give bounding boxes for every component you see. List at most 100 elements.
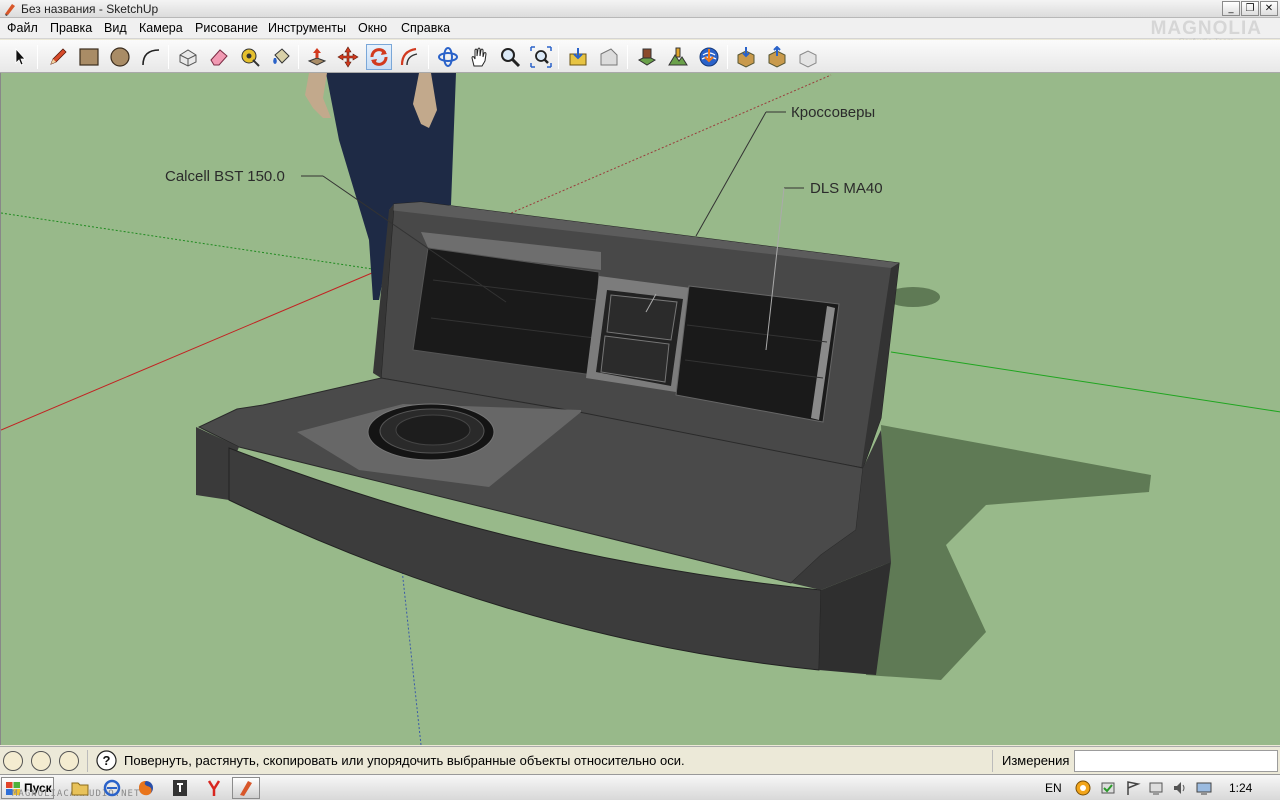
sketchup-icon (240, 781, 252, 796)
place-model-icon (699, 47, 719, 67)
crossover-upper-slot (606, 294, 678, 341)
get-models-tool-button[interactable] (565, 44, 591, 70)
tape-measure-icon (241, 48, 260, 67)
rotate-tool-button[interactable] (366, 44, 392, 70)
status-bar: ? Повернуть, растянуть, скопировать или … (0, 746, 1280, 774)
google-earth-snapshot-tool-button[interactable] (634, 44, 660, 70)
upload-box-icon (768, 46, 786, 68)
model-shadow (866, 425, 1151, 680)
internet-explorer-icon (103, 779, 121, 797)
orbit-tool-button[interactable] (435, 44, 461, 70)
earth-snapshot-icon (637, 48, 657, 66)
steam-icon (173, 780, 187, 796)
zoom-extents-icon (530, 46, 552, 68)
toolbar-separator (627, 45, 628, 69)
eraser-icon (210, 49, 228, 66)
close-button[interactable]: ✕ (1260, 1, 1278, 16)
circle-tool-button[interactable] (107, 44, 133, 70)
language-indicator[interactable]: EN (1045, 781, 1062, 795)
measurements-input[interactable] (1074, 750, 1278, 772)
user-icon[interactable] (59, 751, 79, 771)
orbit-icon (438, 47, 458, 67)
tape-measure-tool-button[interactable] (237, 44, 263, 70)
menu-draw[interactable]: Рисование (195, 21, 258, 35)
paint-bucket-icon (273, 48, 290, 64)
status-divider (87, 750, 88, 772)
toolbar-separator (428, 45, 429, 69)
blue-axis-dotted-line (400, 559, 422, 745)
component-download-tool-button[interactable] (733, 44, 759, 70)
menu-edit[interactable]: Правка (50, 21, 92, 35)
green-axis-dotted-line (1, 212, 380, 271)
tray-flag-icon[interactable] (1125, 780, 1141, 796)
toolbar-separator (298, 45, 299, 69)
offset-tool-button[interactable] (397, 44, 423, 70)
help-icon[interactable]: ? (96, 750, 117, 771)
component-share-tool-button[interactable] (795, 44, 821, 70)
tray-display-icon[interactable] (1196, 780, 1212, 796)
pan-tool-button[interactable] (466, 44, 492, 70)
move-icon (337, 46, 359, 68)
figure-left-hand (305, 73, 331, 118)
taskbar-firefox-button[interactable] (132, 777, 160, 799)
yandex-icon (207, 780, 221, 796)
label-dls-ma40[interactable]: DLS MA40 (810, 180, 883, 197)
zoom-tool-button[interactable] (497, 44, 523, 70)
geo-location-icon[interactable] (3, 751, 23, 771)
rotate-icon (370, 48, 388, 66)
share-model-tool-button[interactable] (596, 44, 622, 70)
get-models-icon (569, 48, 587, 66)
label-calcell-bst[interactable]: Calcell BST 150.0 (165, 168, 285, 185)
pencil-icon (50, 48, 67, 65)
arc-icon (142, 49, 160, 66)
toolbar-separator (727, 45, 728, 69)
credits-icon[interactable] (31, 751, 51, 771)
offset-icon (400, 47, 418, 66)
firefox-icon (139, 781, 153, 796)
clock[interactable]: 1:24 (1229, 781, 1252, 795)
menu-window[interactable]: Окно (358, 21, 387, 35)
folder-icon (71, 782, 89, 796)
share-box-icon (799, 50, 817, 68)
tray-app-icon[interactable] (1075, 780, 1091, 796)
menu-view[interactable]: Вид (104, 21, 127, 35)
paint-bucket-tool-button[interactable] (268, 44, 294, 70)
place-model-tool-button[interactable] (696, 44, 722, 70)
move-tool-button[interactable] (335, 44, 361, 70)
arrow-cursor-icon (15, 47, 26, 66)
taskbar-folder-button[interactable] (66, 777, 94, 799)
title-bar: Без названия - SketchUp _ ❐ ✕ (0, 0, 1280, 18)
toolbar-separator (168, 45, 169, 69)
eraser-tool-button[interactable] (206, 44, 232, 70)
make-component-tool-button[interactable] (175, 44, 201, 70)
rectangle-tool-button[interactable] (76, 44, 102, 70)
menu-file[interactable]: Файл (7, 21, 38, 35)
line-tool-button[interactable] (45, 44, 71, 70)
tray-volume-icon[interactable] (1172, 780, 1188, 796)
toggle-terrain-tool-button[interactable] (665, 44, 691, 70)
taskbar-ie-button[interactable] (98, 777, 126, 799)
tray-network-icon[interactable] (1148, 780, 1164, 796)
green-axis-line (890, 351, 1280, 413)
menu-help[interactable]: Справка (401, 21, 450, 35)
push-pull-tool-button[interactable] (304, 44, 330, 70)
taskbar-app-button[interactable] (166, 777, 194, 799)
status-message: Повернуть, растянуть, скопировать или уп… (124, 753, 685, 768)
status-divider (992, 750, 993, 772)
menu-camera[interactable]: Камера (139, 21, 183, 35)
toolbar-separator (558, 45, 559, 69)
taskbar-sketchup-button[interactable] (232, 777, 260, 799)
restore-button[interactable]: ❐ (1241, 1, 1259, 16)
taskbar-yandex-button[interactable] (200, 777, 228, 799)
component-icon (179, 49, 197, 67)
model-viewport[interactable]: Calcell BST 150.0 Кроссоверы DLS MA40 (0, 73, 1280, 745)
menu-tools[interactable]: Инструменты (268, 21, 346, 35)
arc-tool-button[interactable] (138, 44, 164, 70)
magnifier-icon (501, 48, 521, 68)
label-crossovers[interactable]: Кроссоверы (791, 104, 875, 121)
tray-security-icon[interactable] (1100, 780, 1116, 796)
select-tool-button[interactable] (7, 44, 33, 70)
zoom-extents-tool-button[interactable] (528, 44, 554, 70)
component-upload-tool-button[interactable] (764, 44, 790, 70)
minimize-button[interactable]: _ (1222, 1, 1240, 16)
